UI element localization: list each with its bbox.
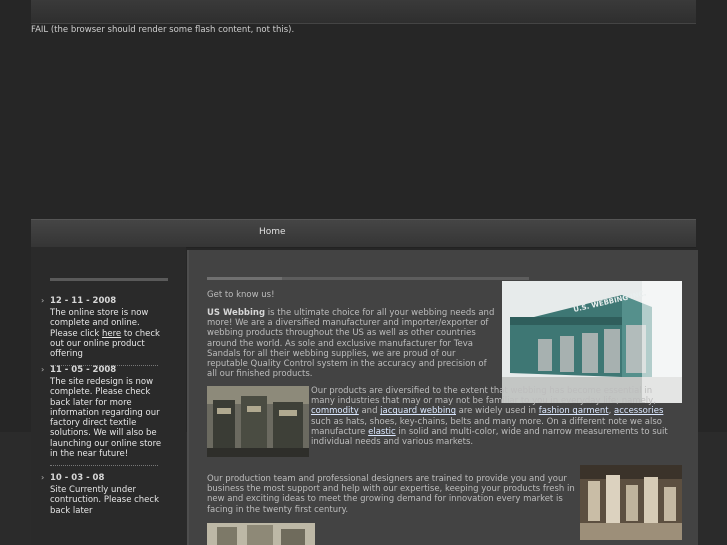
elastic-link[interactable]: elastic <box>368 427 396 437</box>
chevron-right-icon: › <box>41 296 45 305</box>
news-date: › 10 - 03 - 08 <box>41 473 105 483</box>
news-item: › 10 - 03 - 08 Site Currently under contr… <box>41 473 168 516</box>
factory-machines-photo <box>207 386 309 457</box>
news-item: › 11 - 05 - 2008 The site redesign is now… <box>41 365 168 467</box>
brand-name: US Webbing <box>207 308 266 318</box>
news-date: › 11 - 05 - 2008 <box>41 365 117 375</box>
accessories-link[interactable]: accessories <box>614 406 663 416</box>
news-separator <box>50 465 158 467</box>
factory-floor-photo <box>207 523 315 545</box>
store-link[interactable]: here <box>102 329 121 339</box>
header-bar <box>31 0 696 24</box>
main-content: Get to know us! U.S. WEBBING INC. US Web… <box>187 250 698 545</box>
nav-bar: Home <box>31 219 696 248</box>
section-heading: Get to know us! <box>207 290 275 300</box>
news-text: Site Currently under contruction. Please… <box>50 485 160 516</box>
production-paragraph: Our production team and professional des… <box>207 474 575 515</box>
news-sidebar: › 12 - 11 - 2008 The online store is now … <box>31 247 186 545</box>
commodity-link[interactable]: commodity <box>311 406 359 416</box>
products-paragraph: Our products are diversified to the exte… <box>311 386 668 448</box>
intro-paragraph: US Webbing is the ultimate choice for al… <box>207 308 495 380</box>
flash-fallback-message: FAIL (the browser should render some fla… <box>31 25 295 35</box>
webbing-rolls-photo <box>580 465 682 540</box>
fashion-garment-link[interactable]: fashion garment <box>539 406 609 416</box>
news-text: The site redesign is now complete. Pleas… <box>50 377 162 460</box>
news-item: › 12 - 11 - 2008 The online store is now … <box>41 296 168 367</box>
chevron-right-icon: › <box>41 365 45 374</box>
chevron-right-icon: › <box>41 473 45 482</box>
news-date: › 12 - 11 - 2008 <box>41 296 117 306</box>
sidebar-divider <box>50 278 168 281</box>
content-divider <box>207 277 529 280</box>
news-text: The online store is now complete and onl… <box>50 308 160 360</box>
building-photo: U.S. WEBBING INC. <box>502 281 682 403</box>
nav-home-link[interactable]: Home <box>259 227 286 237</box>
jacquard-webbing-link[interactable]: jacquard webbing <box>380 406 456 416</box>
